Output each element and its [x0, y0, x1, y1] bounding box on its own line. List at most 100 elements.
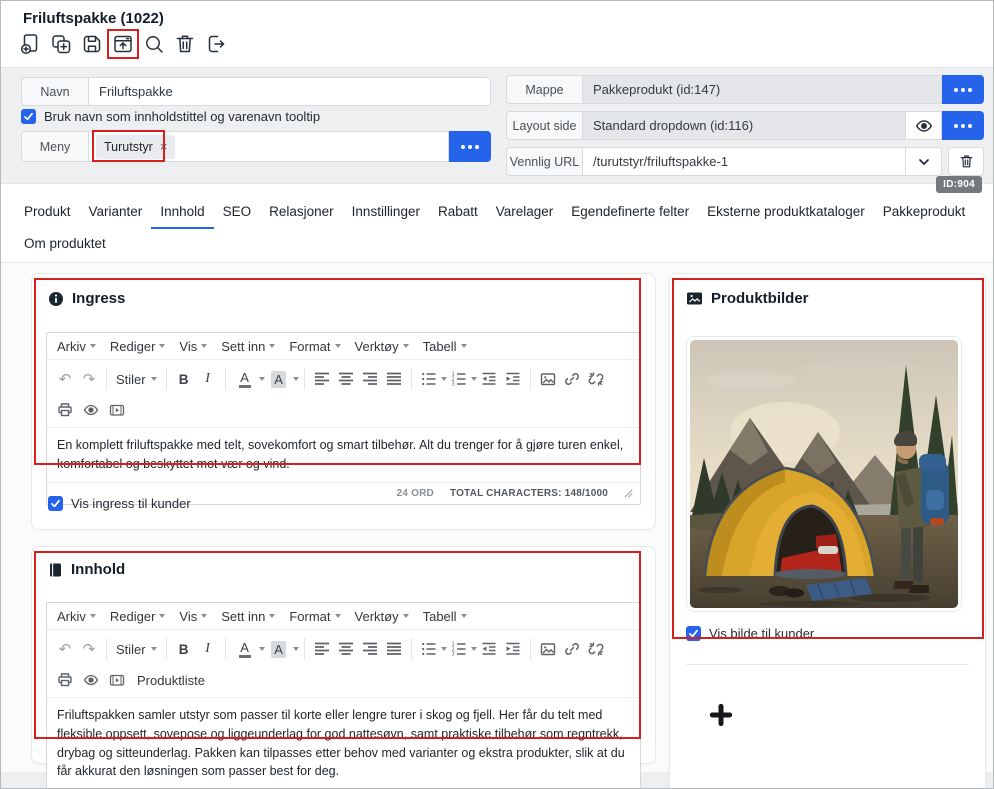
export-button[interactable] [203, 30, 229, 58]
font-color-button[interactable]: A [231, 637, 259, 661]
styles-dropdown[interactable]: Stiler [112, 642, 161, 657]
duplicate-product-button[interactable] [48, 30, 74, 58]
tab-seo[interactable]: SEO [214, 197, 261, 229]
resize-handle[interactable] [624, 489, 633, 498]
bullet-list-button[interactable] [417, 367, 441, 391]
menu-sett-inn[interactable]: Sett inn [221, 609, 275, 624]
menu-arkiv[interactable]: Arkiv [57, 609, 96, 624]
bold-button[interactable]: B [172, 637, 196, 661]
bold-button[interactable]: B [172, 367, 196, 391]
font-color-button[interactable]: A [231, 367, 259, 391]
tab-om-produktet[interactable]: Om produktet [15, 229, 115, 261]
menu-arkiv[interactable]: Arkiv [57, 339, 96, 354]
align-center-button[interactable] [334, 637, 358, 661]
product-image[interactable] [686, 336, 962, 612]
print-button[interactable] [53, 668, 77, 692]
insert-media-button[interactable] [105, 668, 129, 692]
menu-rediger[interactable]: Rediger [110, 339, 166, 354]
insert-media-button[interactable] [105, 398, 129, 422]
vis-bilde-checkbox[interactable] [686, 626, 701, 641]
redo-button[interactable]: ↷ [77, 367, 101, 391]
background-color-button[interactable]: A [265, 367, 293, 391]
navn-input[interactable] [88, 77, 491, 106]
search-button[interactable] [141, 30, 167, 58]
tab-innhold[interactable]: Innhold [151, 197, 213, 229]
redo-button[interactable]: ↷ [77, 637, 101, 661]
tab-eksterne-produktkataloger[interactable]: Eksterne produktkataloger [698, 197, 874, 229]
menu-vis[interactable]: Vis [179, 609, 207, 624]
preview-button[interactable] [79, 668, 103, 692]
menu-verktoy[interactable]: Verktøy [355, 339, 409, 354]
url-input[interactable] [582, 147, 906, 176]
layout-more-button[interactable] [942, 111, 984, 140]
new-product-button[interactable] [17, 30, 43, 58]
menu-tabell[interactable]: Tabell [423, 339, 467, 354]
meny-more-button[interactable] [449, 131, 491, 162]
align-center-button[interactable] [334, 367, 358, 391]
undo-button[interactable]: ↶ [53, 637, 77, 661]
mappe-more-button[interactable] [942, 75, 984, 104]
publish-button[interactable] [110, 30, 136, 58]
innhold-editor-body[interactable]: Friluftspakken samler utstyr som passer … [47, 697, 640, 789]
remove-link-button[interactable] [584, 367, 608, 391]
chevron-down-icon[interactable] [293, 647, 299, 651]
tab-egendefinerte-felter[interactable]: Egendefinerte felter [562, 197, 698, 229]
insert-image-button[interactable] [536, 637, 560, 661]
italic-button[interactable]: I [196, 367, 220, 391]
align-right-button[interactable] [358, 367, 382, 391]
align-left-button[interactable] [310, 637, 334, 661]
align-justify-button[interactable] [382, 637, 406, 661]
use-name-checkbox[interactable] [21, 109, 36, 124]
tab-varianter[interactable]: Varianter [80, 197, 152, 229]
styles-dropdown[interactable]: Stiler [112, 372, 161, 387]
undo-button[interactable]: ↶ [53, 367, 77, 391]
print-button[interactable] [53, 398, 77, 422]
outdent-button[interactable] [477, 637, 501, 661]
insert-image-button[interactable] [536, 367, 560, 391]
meny-tag-turutstyr[interactable]: Turutstyr × [96, 135, 175, 159]
menu-vis[interactable]: Vis [179, 339, 207, 354]
ingress-editor-body[interactable]: En komplett friluftspakke med telt, sove… [47, 427, 640, 482]
delete-product-button[interactable] [172, 30, 198, 58]
menu-verktoy[interactable]: Verktøy [355, 609, 409, 624]
tab-produkt[interactable]: Produkt [15, 197, 80, 229]
indent-button[interactable] [501, 367, 525, 391]
outdent-button[interactable] [477, 367, 501, 391]
tab-relasjoner[interactable]: Relasjoner [260, 197, 343, 229]
meny-input[interactable]: Turutstyr × [88, 131, 449, 162]
mappe-value: Pakkeprodukt (id:147) [582, 75, 942, 104]
menu-rediger[interactable]: Rediger [110, 609, 166, 624]
innhold-header: Innhold [32, 547, 655, 578]
insert-link-button[interactable] [560, 637, 584, 661]
numbered-list-button[interactable]: 123 [447, 637, 471, 661]
align-justify-button[interactable] [382, 367, 406, 391]
chevron-down-icon[interactable] [293, 377, 299, 381]
tab-innstillinger[interactable]: Innstillinger [343, 197, 429, 229]
tag-remove-icon[interactable]: × [160, 140, 168, 153]
preview-button[interactable] [79, 398, 103, 422]
tab-pakkeprodukt[interactable]: Pakkeprodukt [874, 197, 975, 229]
numbered-list-button[interactable]: 123 [447, 367, 471, 391]
menu-format[interactable]: Format [289, 339, 340, 354]
url-dropdown-button[interactable] [906, 147, 942, 176]
background-color-button[interactable]: A [265, 637, 293, 661]
align-left-button[interactable] [310, 367, 334, 391]
menu-tabell[interactable]: Tabell [423, 609, 467, 624]
add-image-button[interactable] [708, 702, 734, 733]
align-right-button[interactable] [358, 637, 382, 661]
remove-link-button[interactable] [584, 637, 608, 661]
save-button[interactable] [79, 30, 105, 58]
insert-link-button[interactable] [560, 367, 584, 391]
tab-varelager[interactable]: Varelager [487, 197, 563, 229]
italic-button[interactable]: I [196, 637, 220, 661]
layout-preview-button[interactable] [906, 111, 942, 140]
indent-button[interactable] [501, 637, 525, 661]
menu-sett-inn[interactable]: Sett inn [221, 339, 275, 354]
produktliste-button[interactable]: Produktliste [137, 673, 205, 688]
bullet-list-button[interactable] [417, 637, 441, 661]
tab-rabatt[interactable]: Rabatt [429, 197, 487, 229]
tab-bar-row2: Om produktet [15, 229, 115, 261]
vis-ingress-checkbox[interactable] [48, 496, 63, 511]
url-delete-button[interactable] [948, 147, 984, 176]
menu-format[interactable]: Format [289, 609, 340, 624]
